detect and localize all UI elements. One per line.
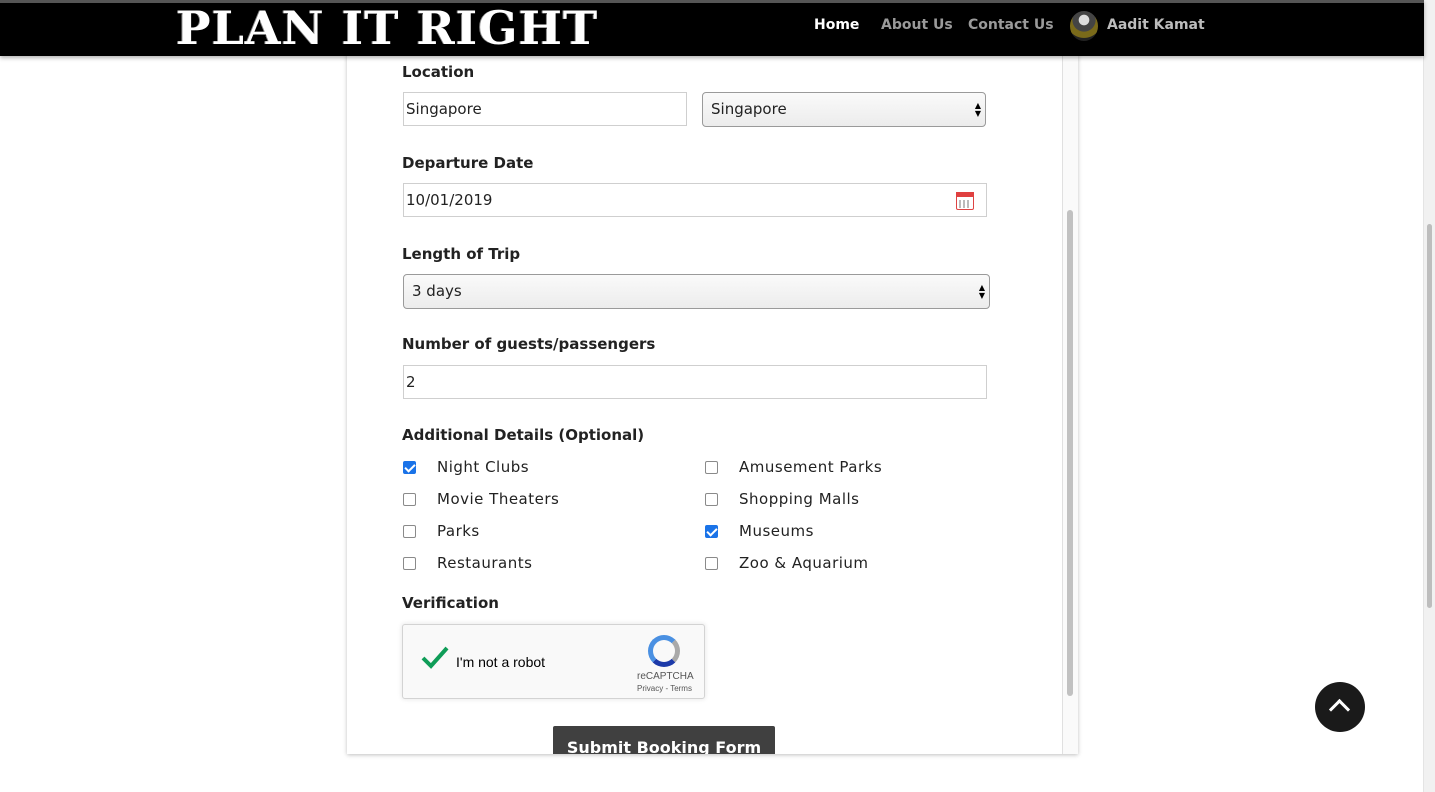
nav-home[interactable]: Home	[814, 17, 859, 33]
location-input[interactable]: Singapore	[403, 92, 687, 126]
recaptcha-brand: reCAPTCHA	[637, 671, 694, 682]
trip-length-select[interactable]: 3 days ▲ ▼	[403, 274, 990, 309]
calendar-icon[interactable]	[956, 192, 974, 210]
amusement-parks-checkbox[interactable]	[705, 461, 718, 474]
night-clubs-checkbox[interactable]	[403, 461, 416, 474]
page-scrollbar[interactable]	[1423, 0, 1435, 792]
shopping-malls-checkbox[interactable]	[705, 493, 718, 506]
recaptcha-text: I'm not a robot	[456, 654, 546, 670]
checkmark-icon[interactable]	[421, 643, 449, 671]
user-name[interactable]: Aadit Kamat	[1107, 17, 1205, 33]
verification-label: Verification	[402, 594, 499, 612]
location-label: Location	[402, 63, 475, 81]
trip-length-label: Length of Trip	[402, 245, 521, 263]
recaptcha-widget[interactable]: I'm not a robot reCAPTCHA Privacy - Term…	[402, 624, 705, 699]
location-select-value: Singapore	[711, 100, 787, 118]
zoo-aquarium-checkbox[interactable]	[705, 557, 718, 570]
page-scrollbar-thumb[interactable]	[1427, 224, 1432, 608]
parks-checkbox[interactable]	[403, 525, 416, 538]
form-scrollbar[interactable]	[1062, 40, 1078, 754]
guests-label: Number of guests/passengers	[402, 335, 656, 353]
recaptcha-logo-icon	[648, 635, 680, 667]
departure-date-input[interactable]: 10/01/2019	[403, 183, 987, 217]
shopping-malls-label: Shopping Malls	[739, 490, 860, 508]
recaptcha-privacy-terms[interactable]: Privacy - Terms	[637, 684, 692, 693]
user-avatar[interactable]	[1070, 11, 1098, 41]
restaurants-checkbox[interactable]	[403, 557, 416, 570]
nav-about-us[interactable]: About Us	[881, 17, 953, 33]
museums-checkbox[interactable]	[705, 525, 718, 538]
booking-form-card: Location Singapore Singapore ▲ ▼ Departur…	[347, 40, 1078, 754]
top-navbar: PLAN IT RIGHT Home About Us Contact Us A…	[0, 0, 1424, 56]
select-arrows-icon: ▲ ▼	[974, 101, 981, 118]
restaurants-label: Restaurants	[437, 554, 533, 572]
parks-label: Parks	[437, 522, 480, 540]
nav-contact-us[interactable]: Contact Us	[968, 17, 1054, 33]
amusement-parks-label: Amusement Parks	[739, 458, 883, 476]
site-logo[interactable]: PLAN IT RIGHT	[176, 3, 598, 53]
night-clubs-label: Night Clubs	[437, 458, 530, 476]
guests-input[interactable]: 2	[403, 365, 987, 399]
select-arrows-icon: ▲ ▼	[978, 283, 985, 300]
trip-length-value: 3 days	[412, 282, 462, 300]
chevron-up-icon	[1328, 698, 1351, 721]
museums-label: Museums	[739, 522, 814, 540]
departure-date-value: 10/01/2019	[406, 191, 493, 209]
movie-theaters-checkbox[interactable]	[403, 493, 416, 506]
additional-details-label: Additional Details (Optional)	[402, 426, 645, 444]
location-select[interactable]: Singapore ▲ ▼	[702, 92, 986, 127]
form-scrollbar-thumb[interactable]	[1067, 210, 1073, 696]
back-to-top-button[interactable]	[1315, 682, 1365, 732]
zoo-aquarium-label: Zoo & Aquarium	[739, 554, 869, 572]
submit-booking-button[interactable]: Submit Booking Form	[553, 726, 775, 754]
departure-date-label: Departure Date	[402, 154, 534, 172]
movie-theaters-label: Movie Theaters	[437, 490, 560, 508]
